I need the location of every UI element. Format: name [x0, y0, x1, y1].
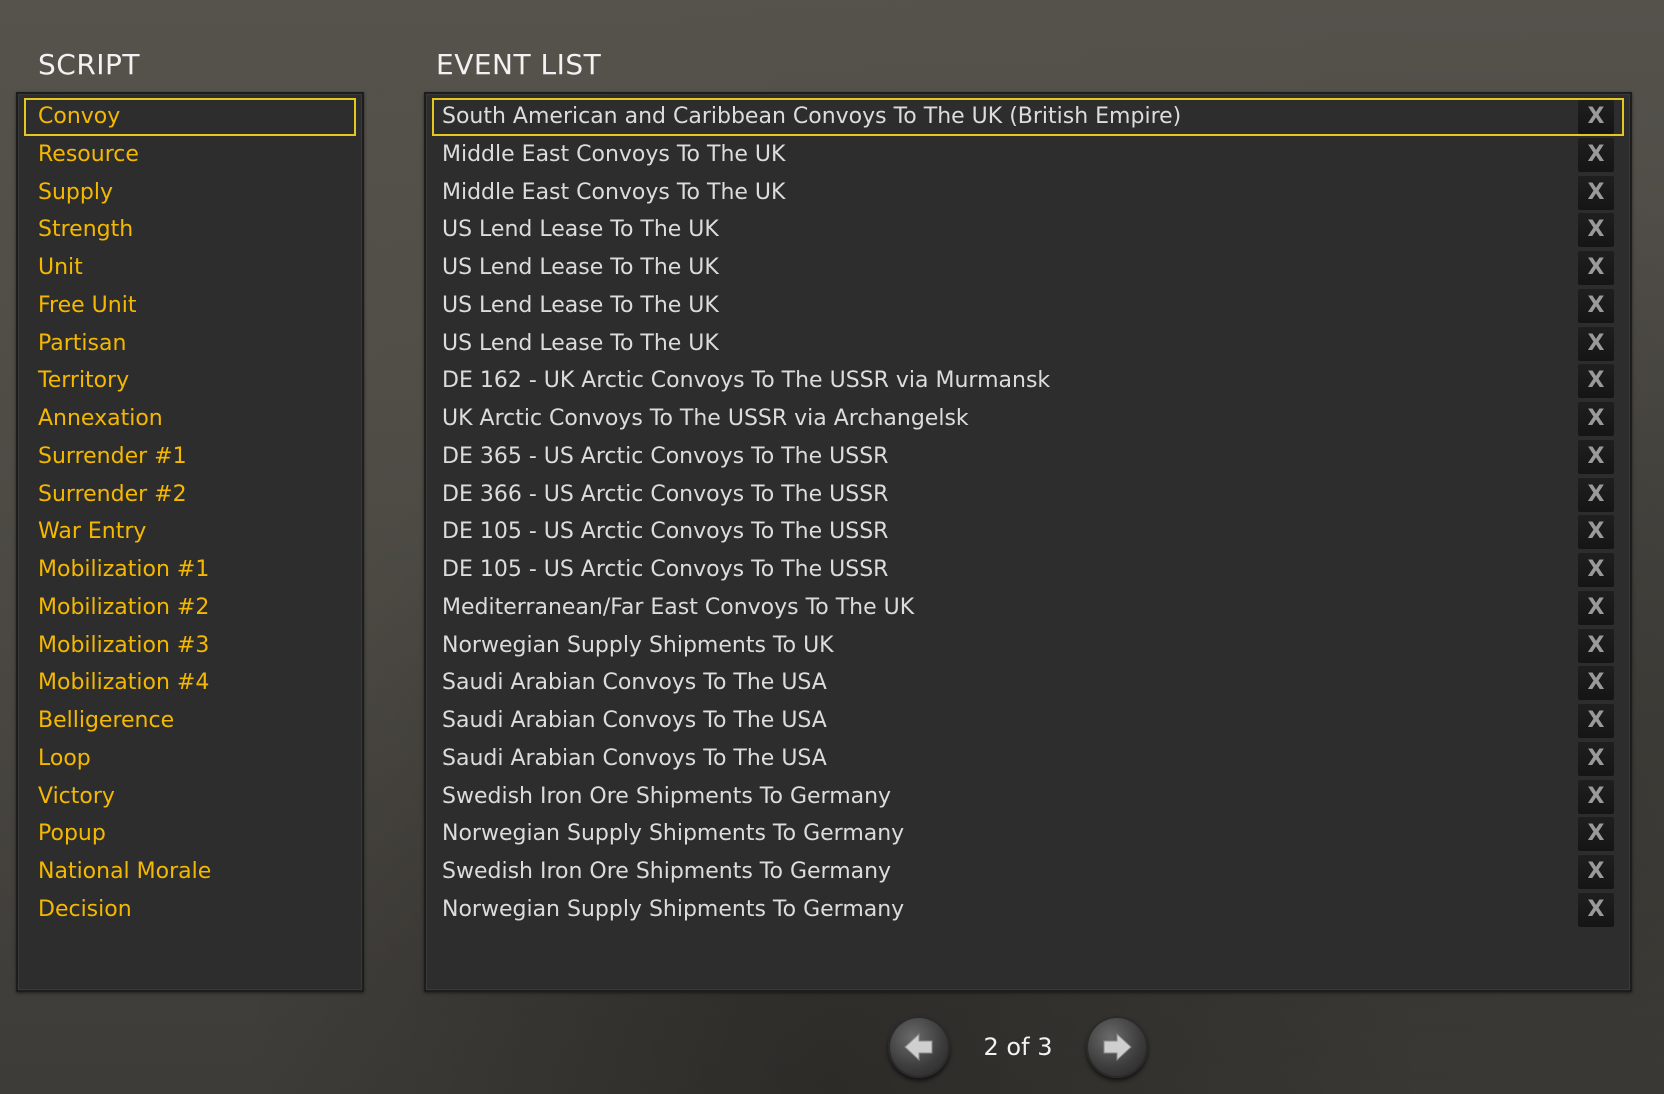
script-section-title: SCRIPT: [38, 48, 141, 81]
delete-event-button[interactable]: X: [1578, 477, 1614, 512]
event-label[interactable]: US Lend Lease To The UK: [442, 287, 719, 325]
script-item[interactable]: Supply: [24, 174, 356, 212]
arrow-left-icon: [904, 1032, 933, 1062]
event-label[interactable]: DE 162 - UK Arctic Convoys To The USSR v…: [442, 362, 1050, 400]
event-row[interactable]: Swedish Iron Ore Shipments To Germany X: [432, 853, 1624, 891]
event-row[interactable]: US Lend Lease To The UK X: [432, 287, 1624, 325]
delete-event-button[interactable]: X: [1578, 704, 1614, 738]
event-row[interactable]: DE 105 - US Arctic Convoys To The USSR X: [432, 551, 1624, 589]
delete-event-button[interactable]: X: [1578, 515, 1614, 550]
previous-page-button[interactable]: [888, 1016, 950, 1078]
script-item[interactable]: Surrender #1: [24, 438, 356, 476]
event-label[interactable]: DE 105 - US Arctic Convoys To The USSR: [442, 513, 888, 551]
delete-event-button[interactable]: X: [1578, 855, 1614, 889]
event-row[interactable]: Norwegian Supply Shipments To Germany X: [432, 891, 1624, 929]
event-label[interactable]: Mediterranean/Far East Convoys To The UK: [442, 589, 914, 627]
arrow-right-icon: [1103, 1032, 1132, 1062]
event-row[interactable]: US Lend Lease To The UK X: [432, 325, 1624, 363]
event-row[interactable]: DE 162 - UK Arctic Convoys To The USSR v…: [432, 362, 1624, 400]
event-row[interactable]: Saudi Arabian Convoys To The USA X: [432, 740, 1624, 778]
event-row[interactable]: Middle East Convoys To The UK X: [432, 174, 1624, 212]
event-row[interactable]: Saudi Arabian Convoys To The USA X: [432, 702, 1624, 740]
event-row[interactable]: UK Arctic Convoys To The USSR via Archan…: [432, 400, 1624, 438]
event-row[interactable]: Swedish Iron Ore Shipments To Germany X: [432, 778, 1624, 816]
event-row[interactable]: DE 105 - US Arctic Convoys To The USSR X: [432, 513, 1624, 551]
event-label[interactable]: Norwegian Supply Shipments To Germany: [442, 891, 904, 929]
event-label[interactable]: DE 366 - US Arctic Convoys To The USSR: [442, 476, 888, 514]
script-item[interactable]: Territory: [24, 362, 356, 400]
event-row[interactable]: Norwegian Supply Shipments To Germany X: [432, 815, 1624, 853]
script-item[interactable]: Unit: [24, 249, 356, 287]
event-label[interactable]: Middle East Convoys To The UK: [442, 174, 785, 212]
delete-event-button[interactable]: X: [1578, 402, 1614, 436]
script-item[interactable]: Annexation: [24, 400, 356, 438]
delete-event-button[interactable]: X: [1578, 666, 1614, 701]
event-row[interactable]: Norwegian Supply Shipments To UK X: [432, 627, 1624, 665]
script-item[interactable]: Mobilization #4: [24, 664, 356, 702]
script-item[interactable]: Resource: [24, 136, 356, 174]
delete-event-button[interactable]: X: [1578, 817, 1614, 852]
delete-event-button[interactable]: X: [1578, 175, 1614, 210]
event-label[interactable]: US Lend Lease To The UK: [442, 211, 719, 249]
event-label[interactable]: Norwegian Supply Shipments To UK: [442, 627, 834, 665]
delete-event-button[interactable]: X: [1578, 590, 1614, 625]
delete-event-button[interactable]: X: [1578, 100, 1614, 134]
delete-event-button[interactable]: X: [1578, 326, 1614, 361]
event-label[interactable]: Swedish Iron Ore Shipments To Germany: [442, 853, 891, 891]
delete-event-button[interactable]: X: [1578, 213, 1614, 248]
delete-event-button[interactable]: X: [1578, 439, 1614, 474]
script-item[interactable]: Popup: [24, 815, 356, 853]
script-item[interactable]: Mobilization #3: [24, 627, 356, 665]
event-row[interactable]: DE 366 - US Arctic Convoys To The USSR X: [432, 476, 1624, 514]
event-row[interactable]: Middle East Convoys To The UK X: [432, 136, 1624, 174]
script-item[interactable]: Decision: [24, 891, 356, 929]
script-item[interactable]: Partisan: [24, 325, 356, 363]
event-label[interactable]: US Lend Lease To The UK: [442, 325, 719, 363]
script-panel: Convoy Resource Supply Strength Unit Free Uni…: [16, 92, 364, 992]
next-page-button[interactable]: [1086, 1016, 1148, 1078]
event-label[interactable]: Norwegian Supply Shipments To Germany: [442, 815, 904, 853]
event-row[interactable]: US Lend Lease To The UK X: [432, 211, 1624, 249]
event-label[interactable]: UK Arctic Convoys To The USSR via Archan…: [442, 400, 969, 438]
script-item[interactable]: War Entry: [24, 513, 356, 551]
event-row[interactable]: US Lend Lease To The UK X: [432, 249, 1624, 287]
script-item[interactable]: Belligerence: [24, 702, 356, 740]
script-item[interactable]: Loop: [24, 740, 356, 778]
script-item[interactable]: Strength: [24, 211, 356, 249]
delete-event-button[interactable]: X: [1578, 553, 1614, 587]
event-list-section-title: EVENT LIST: [436, 48, 602, 81]
delete-event-button[interactable]: X: [1578, 288, 1614, 323]
delete-event-button[interactable]: X: [1578, 628, 1614, 663]
script-item[interactable]: National Morale: [24, 853, 356, 891]
delete-event-button[interactable]: X: [1578, 251, 1614, 285]
event-label[interactable]: Saudi Arabian Convoys To The USA: [442, 740, 827, 778]
event-label[interactable]: Middle East Convoys To The UK: [442, 136, 785, 174]
delete-event-button[interactable]: X: [1578, 364, 1614, 399]
event-label[interactable]: DE 105 - US Arctic Convoys To The USSR: [442, 551, 888, 589]
delete-event-button[interactable]: X: [1578, 892, 1614, 927]
event-label[interactable]: South American and Caribbean Convoys To …: [442, 98, 1181, 136]
event-row[interactable]: Saudi Arabian Convoys To The USA X: [432, 664, 1624, 702]
script-item[interactable]: Free Unit: [24, 287, 356, 325]
event-label[interactable]: US Lend Lease To The UK: [442, 249, 719, 287]
script-item[interactable]: Surrender #2: [24, 476, 356, 514]
script-item[interactable]: Mobilization #1: [24, 551, 356, 589]
pagination: 2 of 3: [888, 1016, 1148, 1082]
event-row[interactable]: South American and Caribbean Convoys To …: [432, 98, 1624, 136]
script-item[interactable]: Mobilization #2: [24, 589, 356, 627]
delete-event-button[interactable]: X: [1578, 137, 1614, 172]
event-row[interactable]: DE 365 - US Arctic Convoys To The USSR X: [432, 438, 1624, 476]
script-item[interactable]: Victory: [24, 778, 356, 816]
delete-event-button[interactable]: X: [1578, 779, 1614, 814]
event-label[interactable]: Saudi Arabian Convoys To The USA: [442, 702, 827, 740]
event-label[interactable]: DE 365 - US Arctic Convoys To The USSR: [442, 438, 888, 476]
event-label[interactable]: Saudi Arabian Convoys To The USA: [442, 664, 827, 702]
page-indicator: 2 of 3: [983, 1033, 1053, 1061]
delete-event-button[interactable]: X: [1578, 741, 1614, 776]
script-item[interactable]: Convoy: [24, 98, 356, 136]
event-row[interactable]: Mediterranean/Far East Convoys To The UK…: [432, 589, 1624, 627]
event-label[interactable]: Swedish Iron Ore Shipments To Germany: [442, 778, 891, 816]
event-list-panel: South American and Caribbean Convoys To …: [424, 92, 1632, 992]
